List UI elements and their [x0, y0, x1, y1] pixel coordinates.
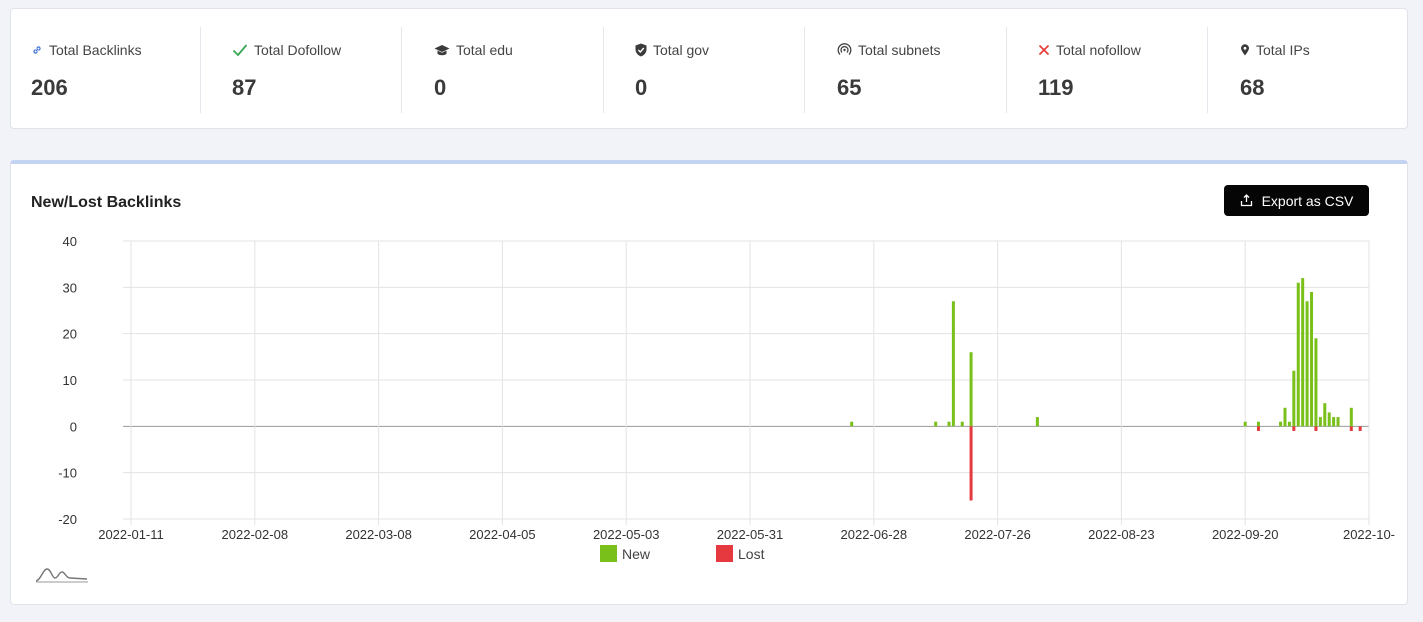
- legend-item-new[interactable]: New: [600, 545, 650, 562]
- bar-new: [951, 301, 955, 427]
- bar-lost: [969, 426, 973, 501]
- stat-label: Total IPs: [1240, 42, 1310, 58]
- bar-lost: [1256, 426, 1260, 431]
- x-tick-label: 2022-03-08: [345, 527, 412, 542]
- stat-label: Total subnets: [837, 42, 941, 58]
- stat-divider: [200, 27, 201, 113]
- stats-card: Total Backlinks 206 Total Dofollow 87 Total …: [10, 8, 1408, 129]
- bar-new: [1292, 370, 1296, 427]
- legend-item-lost[interactable]: Lost: [716, 545, 764, 562]
- bar-new: [1287, 421, 1291, 427]
- x-tick-label: 2022-06-28: [841, 527, 908, 542]
- stat-label-text: Total Dofollow: [254, 42, 342, 58]
- check-icon: [232, 43, 254, 57]
- stat-value: 206: [31, 75, 68, 100]
- bar-new: [1256, 421, 1260, 427]
- stat-divider: [1207, 27, 1208, 113]
- stat-label-text: Total Backlinks: [49, 42, 142, 58]
- y-tick-label: -10: [58, 466, 77, 481]
- stat-value: 0: [434, 75, 447, 100]
- bar-new: [969, 352, 973, 427]
- stat-label: Total edu: [434, 42, 513, 58]
- bar-new: [850, 421, 854, 427]
- stat-label: Total nofollow: [1038, 42, 1141, 58]
- bar-new: [1323, 403, 1327, 427]
- legend-swatch-new: [600, 545, 617, 562]
- bar-new: [1318, 417, 1322, 427]
- backlinks-chart: 40 30 20 10 0 -10 -20 2022-01-11 2022-02-08 2022-…: [58, 234, 1395, 542]
- link-icon: [31, 44, 49, 56]
- stat-value: 68: [1240, 75, 1265, 100]
- stat-value: 0: [635, 75, 648, 100]
- x-mark-icon: [1038, 44, 1056, 56]
- bar-new: [1035, 417, 1039, 427]
- bar-new: [1296, 282, 1300, 427]
- stat-divider: [401, 27, 402, 113]
- x-tick-label: 2022-08-23: [1088, 527, 1155, 542]
- brand-logo-icon: [35, 568, 88, 583]
- bar-new: [960, 421, 964, 427]
- stat-label-text: Total subnets: [858, 42, 941, 58]
- stat-label-text: Total IPs: [1256, 42, 1310, 58]
- bar-lost: [1349, 426, 1353, 431]
- graduation-cap-icon: [434, 44, 456, 57]
- bar-new: [1314, 338, 1318, 427]
- bar-new: [947, 421, 951, 427]
- bar-new: [1336, 417, 1340, 427]
- bar-new: [1305, 301, 1309, 427]
- y-tick-label: 40: [63, 234, 77, 249]
- stat-label: Total Dofollow: [232, 42, 341, 58]
- bar-new: [1243, 421, 1247, 427]
- stat-value: 65: [837, 75, 862, 100]
- bar-lost: [1314, 426, 1318, 431]
- stat-divider: [804, 27, 805, 113]
- stat-divider: [603, 27, 604, 113]
- x-tick-label: 2022-10-: [1343, 527, 1395, 542]
- x-tick-label: 2022-05-03: [593, 527, 660, 542]
- stat-value: 87: [232, 75, 257, 100]
- y-tick-label: 20: [63, 327, 77, 342]
- y-tick-label: -20: [58, 512, 77, 527]
- bar-new: [1327, 412, 1331, 427]
- legend-label-new: New: [622, 545, 651, 562]
- shield-check-icon: [635, 43, 653, 57]
- stat-divider: [1006, 27, 1007, 113]
- x-tick-label: 2022-02-08: [222, 527, 289, 542]
- y-tick-label: 30: [63, 280, 77, 295]
- bar-new: [1283, 407, 1287, 427]
- stat-label-text: Total nofollow: [1056, 42, 1141, 58]
- legend-label-lost: Lost: [738, 545, 765, 562]
- x-tick-label: 2022-05-31: [717, 527, 784, 542]
- stat-label: Total Backlinks: [31, 42, 142, 58]
- bar-new: [1332, 417, 1336, 427]
- bar-new: [1349, 407, 1353, 427]
- y-tick-label: 10: [63, 373, 77, 388]
- stat-label-text: Total edu: [456, 42, 513, 58]
- bar-lost: [1292, 426, 1296, 431]
- bar-new: [1279, 421, 1283, 427]
- x-tick-label: 2022-01-11: [98, 527, 164, 542]
- stat-value: 119: [1038, 75, 1074, 100]
- legend-swatch-lost: [716, 545, 733, 562]
- x-tick-label: 2022-07-26: [964, 527, 1031, 542]
- chart-card: New/Lost Backlinks Export as CSV 40 30 20 1…: [10, 160, 1408, 605]
- location-pin-icon: [1240, 44, 1256, 56]
- bar-lost: [1358, 426, 1362, 431]
- y-tick-label: 0: [70, 419, 77, 434]
- bar-new: [934, 421, 938, 427]
- x-tick-label: 2022-04-05: [469, 527, 536, 542]
- signal-icon: [837, 43, 858, 57]
- stat-label-text: Total gov: [653, 42, 710, 58]
- bar-new: [1301, 278, 1305, 427]
- bar-new: [1310, 291, 1314, 427]
- x-tick-label: 2022-09-20: [1212, 527, 1279, 542]
- stat-label: Total gov: [635, 42, 709, 58]
